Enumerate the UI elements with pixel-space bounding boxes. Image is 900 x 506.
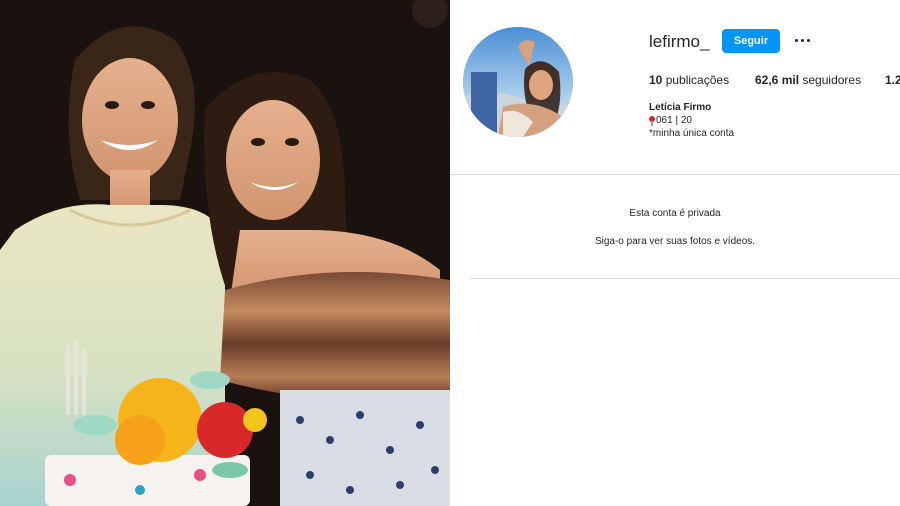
follow-button[interactable]: Seguir — [722, 29, 780, 53]
bio-text-1: 061 | 20 — [656, 115, 692, 126]
followers-stat[interactable]: 62,6 mil seguidores — [755, 73, 861, 87]
profile-username: lefirmo_ — [649, 32, 710, 51]
bio-line-location: 061 | 20 — [649, 115, 692, 126]
private-divider-left — [470, 278, 605, 279]
posts-label: publicações — [665, 73, 730, 87]
private-divider-right — [605, 278, 900, 279]
following-stat[interactable]: 1.2 — [885, 73, 900, 87]
bio-line-note: *minha única conta — [649, 128, 735, 139]
posts-stat: 10 publicações — [649, 73, 729, 87]
followers-label: seguidores — [802, 73, 862, 87]
private-account-title: Esta conta é privada — [629, 208, 721, 219]
followers-count: 62,6 mil — [755, 73, 800, 87]
profile-avatar[interactable] — [463, 27, 573, 137]
more-options-icon[interactable] — [790, 30, 814, 50]
posts-count: 10 — [649, 73, 663, 87]
instagram-profile: lefirmo_ Seguir 10 publicações 62,6 mil … — [450, 0, 900, 506]
private-account-subtitle: Siga-o para ver suas fotos e vídeos. — [594, 236, 756, 247]
following-count: 1.2 — [885, 73, 900, 87]
profile-divider — [450, 174, 900, 175]
news-photo — [0, 0, 450, 506]
profile-full-name: Letícia Firmo — [649, 102, 712, 113]
round-pushpin-icon — [649, 116, 655, 126]
